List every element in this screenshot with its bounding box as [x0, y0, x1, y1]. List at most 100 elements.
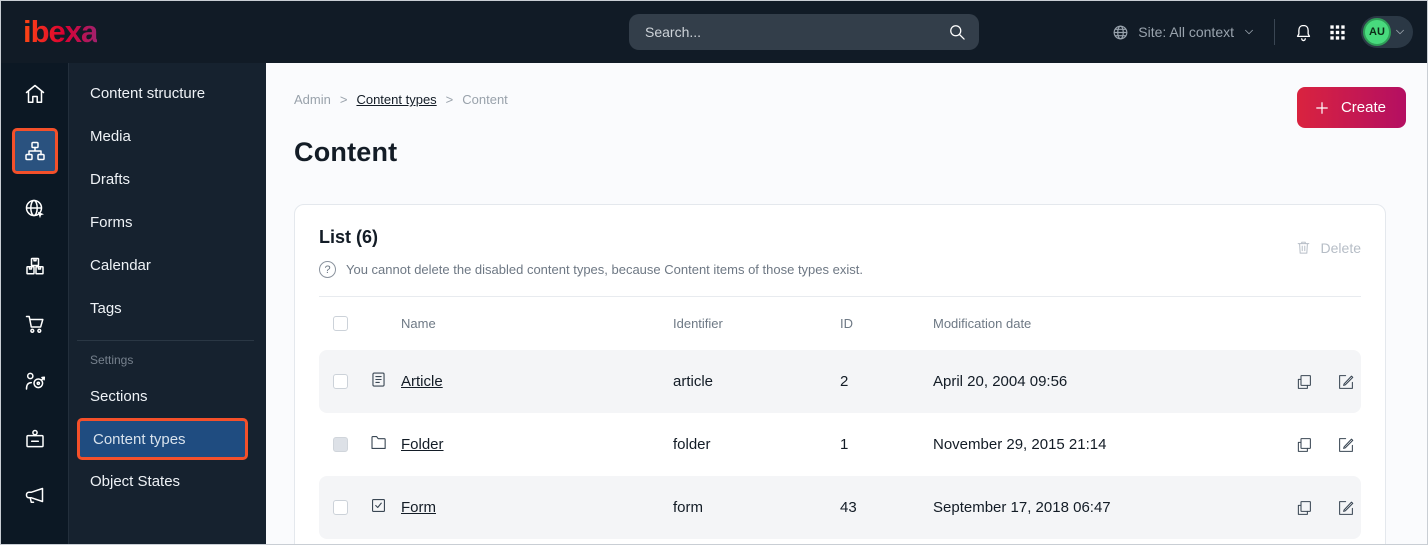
cell-identifier: article — [673, 373, 714, 390]
chevron-down-icon — [1242, 25, 1256, 39]
search-icon[interactable] — [947, 22, 967, 42]
main-header: Admin > Content types > Content Content … — [266, 63, 1427, 168]
main-nav-rail — [1, 63, 68, 544]
help-icon: ? — [319, 261, 336, 278]
menu-item-media[interactable]: Media — [69, 115, 266, 158]
cell-modification-date: September 17, 2018 06:47 — [933, 499, 1111, 516]
breadcrumb-separator: > — [445, 92, 454, 107]
content-types-list-card: List (6) ? You cannot delete the disable… — [294, 204, 1386, 544]
menu-item-forms[interactable]: Forms — [69, 201, 266, 244]
cell-identifier: form — [673, 499, 703, 516]
article-icon — [369, 370, 401, 393]
breadcrumb-item-content-types[interactable]: Content types — [356, 92, 436, 107]
form-icon — [369, 496, 401, 519]
menu-item-content-structure[interactable]: Content structure — [69, 72, 266, 115]
help-row: ? You cannot delete the disabled content… — [319, 261, 1361, 278]
content-type-link[interactable]: Folder — [401, 436, 444, 453]
trash-icon — [1295, 239, 1312, 256]
personalization-target-icon — [23, 369, 47, 393]
topbar-divider — [1274, 19, 1275, 45]
avatar: AU — [1363, 18, 1391, 46]
menu-item-sections[interactable]: Sections — [69, 375, 266, 418]
delete-button-label: Delete — [1320, 239, 1361, 256]
nav-content-structure-active[interactable] — [1, 123, 68, 181]
topbar: ibexa Site: All context — [1, 1, 1427, 63]
row-actions — [1275, 436, 1361, 454]
content-type-link[interactable]: Form — [401, 499, 436, 516]
site-context-label: Site: All context — [1138, 24, 1234, 40]
cell-modification-date: April 20, 2004 09:56 — [933, 373, 1068, 390]
edit-icon[interactable] — [1337, 373, 1355, 391]
notifications-bell-icon[interactable] — [1293, 22, 1314, 43]
chevron-down-icon — [1393, 25, 1407, 39]
delete-button[interactable]: Delete — [1295, 239, 1361, 256]
nav-commerce[interactable] — [1, 295, 68, 353]
copy-icon[interactable] — [1295, 436, 1313, 454]
menu-item-tags[interactable]: Tags — [69, 287, 266, 330]
create-button[interactable]: Create — [1296, 87, 1406, 128]
column-header-name: Name — [401, 316, 436, 331]
site-context-selector[interactable]: Site: All context — [1111, 23, 1256, 42]
page-title: Content — [294, 137, 398, 167]
column-header-id: ID — [840, 316, 853, 331]
card-header: List (6) ? You cannot delete the disable… — [319, 227, 1361, 297]
table-header-row: Name Identifier ID Modification date — [319, 297, 1361, 350]
nav-products[interactable] — [1, 238, 68, 296]
ibexa-admin-screen: ibexa Site: All context — [0, 0, 1428, 545]
cell-modification-date: November 29, 2015 21:14 — [933, 436, 1107, 453]
main-content: Admin > Content types > Content Content … — [266, 63, 1427, 544]
nav-corporate[interactable] — [1, 410, 68, 468]
topbar-right: Site: All context AU — [1111, 1, 1413, 63]
plus-icon — [1313, 99, 1331, 117]
product-boxes-icon — [23, 254, 47, 278]
menu-item-calendar[interactable]: Calendar — [69, 244, 266, 287]
nav-dashboard[interactable] — [1, 65, 68, 123]
help-text: You cannot delete the disabled content t… — [346, 262, 863, 277]
create-button-label: Create — [1340, 99, 1386, 116]
site-globe-cursor-icon — [23, 197, 47, 221]
row-actions — [1275, 499, 1361, 517]
search-input[interactable] — [645, 24, 947, 40]
breadcrumb-separator: > — [339, 92, 348, 107]
column-header-identifier: Identifier — [673, 316, 723, 331]
column-header-modification-date: Modification date — [933, 316, 1032, 331]
row-checkbox[interactable] — [333, 374, 348, 389]
table-row: Article article 2 April 20, 2004 09:56 — [319, 350, 1361, 413]
copy-icon[interactable] — [1295, 499, 1313, 517]
edit-icon[interactable] — [1337, 499, 1355, 517]
folder-icon — [369, 433, 401, 456]
copy-icon[interactable] — [1295, 373, 1313, 391]
app-grid-icon[interactable] — [1328, 23, 1347, 42]
globe-icon — [1111, 23, 1130, 42]
row-checkbox[interactable] — [333, 500, 348, 515]
nav-site[interactable] — [1, 180, 68, 238]
secondary-menu: Content structure Media Drafts Forms Cal… — [68, 63, 266, 544]
menu-item-content-types[interactable]: Content types — [77, 418, 248, 460]
content-type-link[interactable]: Article — [401, 373, 443, 390]
nav-personalization[interactable] — [1, 353, 68, 411]
list-title: List (6) — [319, 227, 379, 247]
cell-id: 43 — [840, 499, 857, 516]
nav-marketing[interactable] — [1, 468, 68, 526]
breadcrumb-item-admin: Admin — [294, 92, 331, 107]
row-checkbox-disabled — [333, 437, 348, 452]
cell-id: 2 — [840, 373, 849, 390]
ibexa-logo[interactable]: ibexa — [23, 14, 98, 50]
cell-identifier: folder — [673, 436, 711, 453]
select-all-checkbox[interactable] — [333, 316, 348, 331]
active-nav-highlight — [11, 128, 58, 175]
menu-section-settings: Settings — [90, 353, 134, 367]
home-icon — [23, 82, 47, 106]
id-badge-icon — [23, 427, 47, 451]
edit-icon[interactable] — [1337, 436, 1355, 454]
breadcrumb-item-content: Content — [462, 92, 508, 107]
table-row: Folder folder 1 November 29, 2015 21:14 — [319, 413, 1361, 476]
megaphone-icon — [23, 484, 47, 508]
table-row: Form form 43 September 17, 2018 06:47 — [319, 476, 1361, 539]
cell-id: 1 — [840, 436, 849, 453]
menu-item-drafts[interactable]: Drafts — [69, 158, 266, 201]
user-menu[interactable]: AU — [1361, 16, 1413, 48]
menu-item-object-states[interactable]: Object States — [69, 460, 266, 503]
cart-icon — [23, 312, 47, 336]
global-search — [629, 14, 979, 50]
